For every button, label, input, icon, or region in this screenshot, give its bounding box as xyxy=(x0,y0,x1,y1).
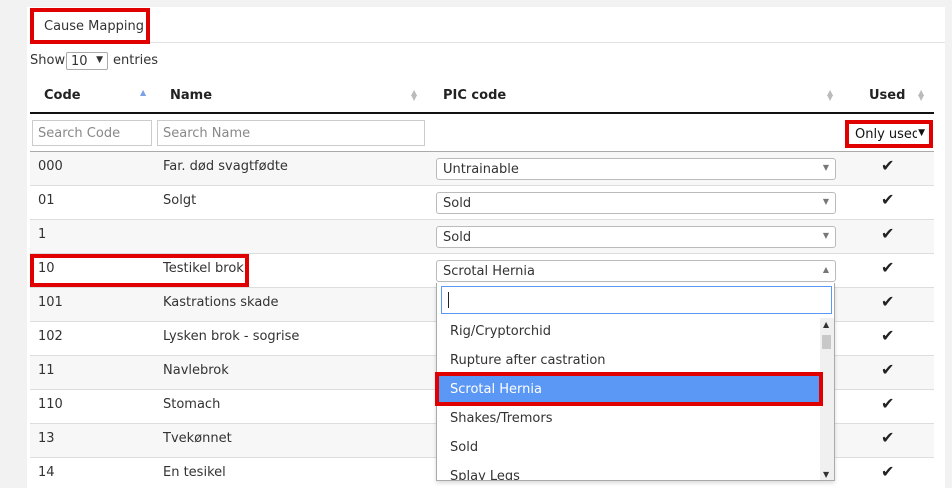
sort-asc-icon[interactable]: ▲ xyxy=(140,89,146,97)
check-icon: ✔ xyxy=(881,428,895,447)
row-code: 14 xyxy=(38,465,55,480)
table-row: 01 Solgt Sold ▼ ✔ xyxy=(30,186,934,220)
row-code: 01 xyxy=(38,193,55,208)
search-name-placeholder: Search Name xyxy=(163,126,251,141)
option-label: Rig/Cryptorchid xyxy=(450,324,552,339)
check-icon: ✔ xyxy=(881,394,895,413)
sort-both-icon[interactable]: ▲ ▼ xyxy=(918,89,924,102)
search-code-input[interactable]: Search Code xyxy=(32,120,152,146)
pic-code-select[interactable]: Sold ▼ xyxy=(436,192,836,214)
scroll-down-icon[interactable]: ▼ xyxy=(823,470,829,479)
length-label-show: Show xyxy=(30,53,66,68)
row-code: 13 xyxy=(38,431,55,446)
used-filter-value: Only used xyxy=(855,127,917,142)
chevron-down-icon: ▼ xyxy=(822,163,829,172)
row-code: 1 xyxy=(38,227,47,242)
row-name: Solgt xyxy=(163,193,197,208)
column-header-pic-label: PIC code xyxy=(443,88,507,103)
dropdown-option[interactable]: Rig/Cryptorchid xyxy=(437,318,820,347)
table-row: 1 Sold ▼ ✔ xyxy=(30,220,934,254)
check-icon: ✔ xyxy=(881,224,895,243)
row-code: 110 xyxy=(38,397,63,412)
cause-mapping-tab[interactable]: Cause Mapping xyxy=(30,8,150,44)
highlight-selected-option xyxy=(435,372,823,406)
table-row: 000 Far. død svagtfødte Untrainable ▼ ✔ xyxy=(30,152,934,186)
check-icon: ✔ xyxy=(881,156,895,175)
search-code-placeholder: Search Code xyxy=(38,126,121,141)
length-label-entries: entries xyxy=(113,53,159,68)
column-header-used-label: Used xyxy=(869,88,906,103)
column-header-name-label: Name xyxy=(170,88,213,103)
row-name: Navlebrok xyxy=(163,363,229,378)
row-code: 102 xyxy=(38,329,63,344)
row-name: En tesikel xyxy=(163,465,226,480)
option-label: Rupture after castration xyxy=(450,353,606,368)
row-name: Far. død svagtfødte xyxy=(163,159,288,174)
option-label: Sold xyxy=(450,440,479,455)
check-icon: ✔ xyxy=(881,190,895,209)
option-label: Shakes/Tremors xyxy=(450,411,553,426)
sort-both-icon[interactable]: ▲ ▼ xyxy=(411,89,417,102)
search-name-input[interactable]: Search Name xyxy=(157,120,425,146)
chevron-up-icon: ▲ xyxy=(822,265,829,274)
column-header-code-label: Code xyxy=(44,88,81,103)
chevron-down-icon: ▼ xyxy=(822,231,829,240)
chevron-down-icon: ▼ xyxy=(918,128,925,138)
row-code: 000 xyxy=(38,159,63,174)
page-length-select[interactable]: 10 ▼ xyxy=(66,52,108,70)
pic-code-select[interactable]: Scrotal Hernia ▲ xyxy=(436,260,836,282)
dropdown-option[interactable]: Splay Legs xyxy=(437,463,820,481)
row-code: 11 xyxy=(38,363,55,378)
option-label: Splay Legs xyxy=(450,469,520,481)
header-divider xyxy=(30,112,934,114)
pic-code-value: Untrainable xyxy=(443,162,519,177)
scroll-up-icon[interactable]: ▲ xyxy=(823,320,829,329)
chevron-down-icon: ▼ xyxy=(96,55,103,65)
row-code: 101 xyxy=(38,295,63,310)
pic-code-select[interactable]: Untrainable ▼ xyxy=(436,158,836,180)
tab-divider xyxy=(150,42,945,43)
row-name: Kastrations skade xyxy=(163,295,279,310)
dropdown-option[interactable]: Sold xyxy=(437,434,820,463)
tab-title: Cause Mapping xyxy=(44,19,144,34)
row-name: Tvekønnet xyxy=(163,431,232,446)
sort-both-icon[interactable]: ▲ ▼ xyxy=(827,89,833,102)
chevron-down-icon: ▼ xyxy=(822,197,829,206)
check-icon: ✔ xyxy=(881,292,895,311)
page-length-value: 10 xyxy=(71,54,88,69)
check-icon: ✔ xyxy=(881,360,895,379)
used-filter-select[interactable]: Only used ▼ xyxy=(845,120,933,148)
check-icon: ✔ xyxy=(881,462,895,481)
pic-code-value: Scrotal Hernia xyxy=(443,264,535,279)
check-icon: ✔ xyxy=(881,258,895,277)
pic-code-select[interactable]: Sold ▼ xyxy=(436,226,836,248)
text-cursor xyxy=(448,292,449,308)
dropdown-search-input[interactable] xyxy=(441,286,832,314)
scroll-thumb[interactable] xyxy=(822,335,831,349)
highlight-row-10 xyxy=(30,254,249,287)
pic-code-value: Sold xyxy=(443,196,472,211)
row-name: Stomach xyxy=(163,397,221,412)
check-icon: ✔ xyxy=(881,326,895,345)
pic-code-value: Sold xyxy=(443,230,472,245)
row-name: Lysken brok - sogrise xyxy=(163,329,300,344)
dropdown-option[interactable]: Shakes/Tremors xyxy=(437,405,820,434)
